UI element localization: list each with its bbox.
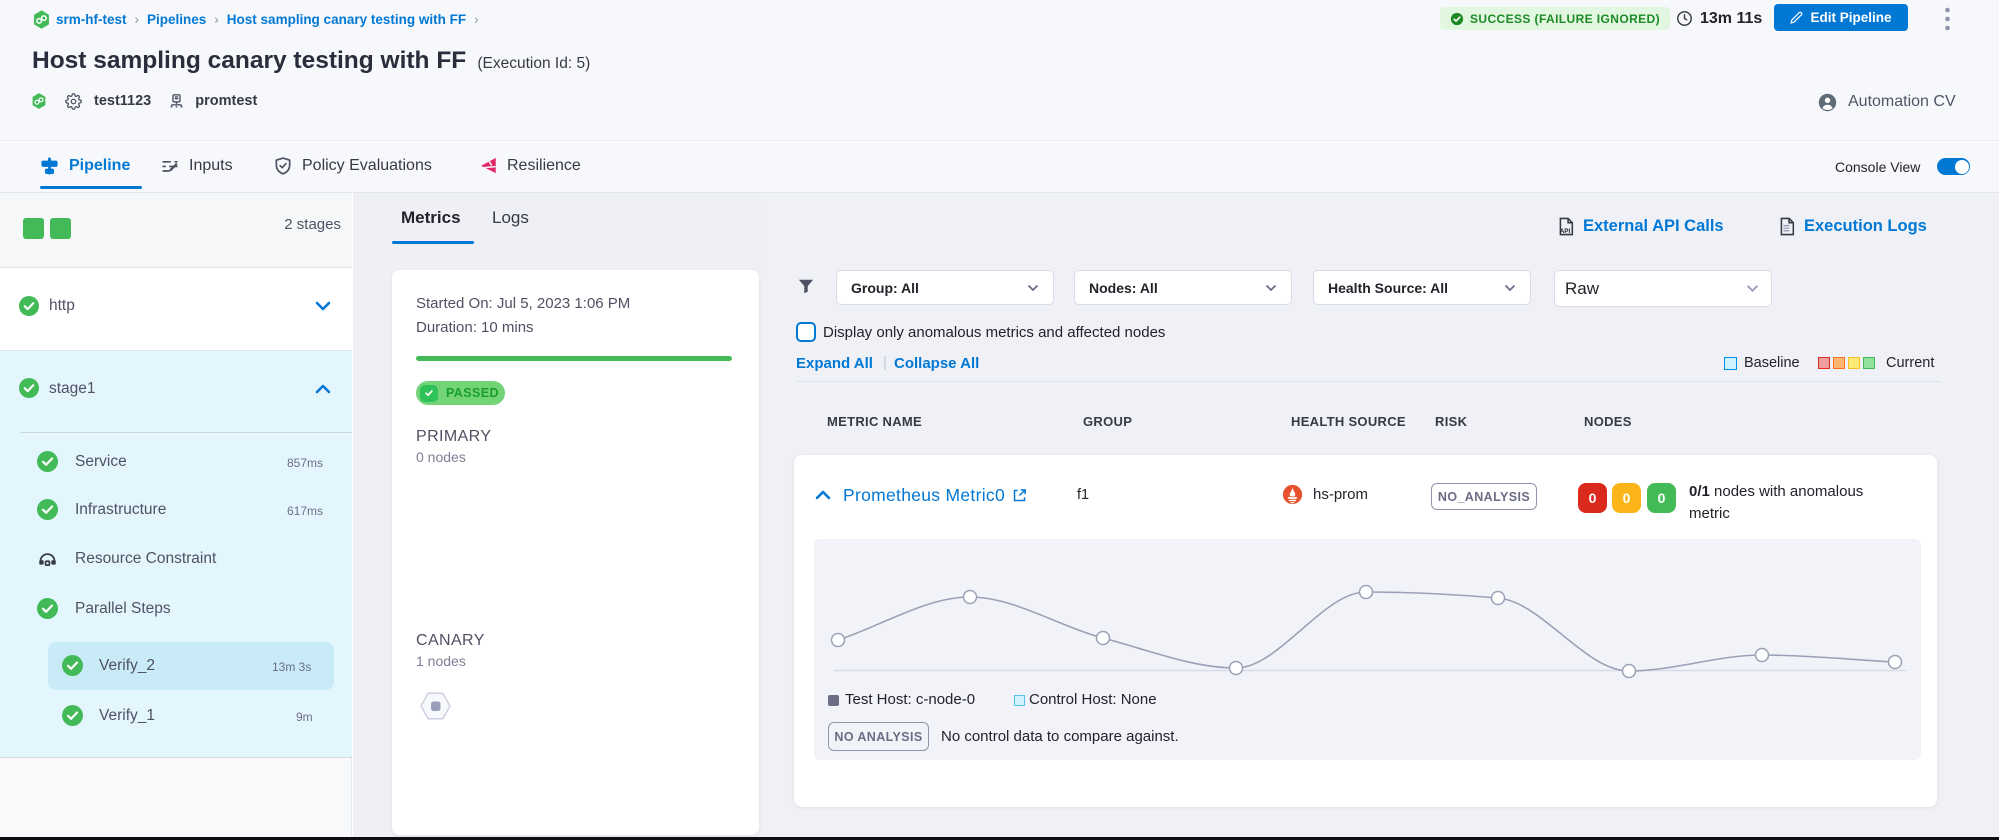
svg-text:API: API bbox=[1560, 228, 1571, 235]
